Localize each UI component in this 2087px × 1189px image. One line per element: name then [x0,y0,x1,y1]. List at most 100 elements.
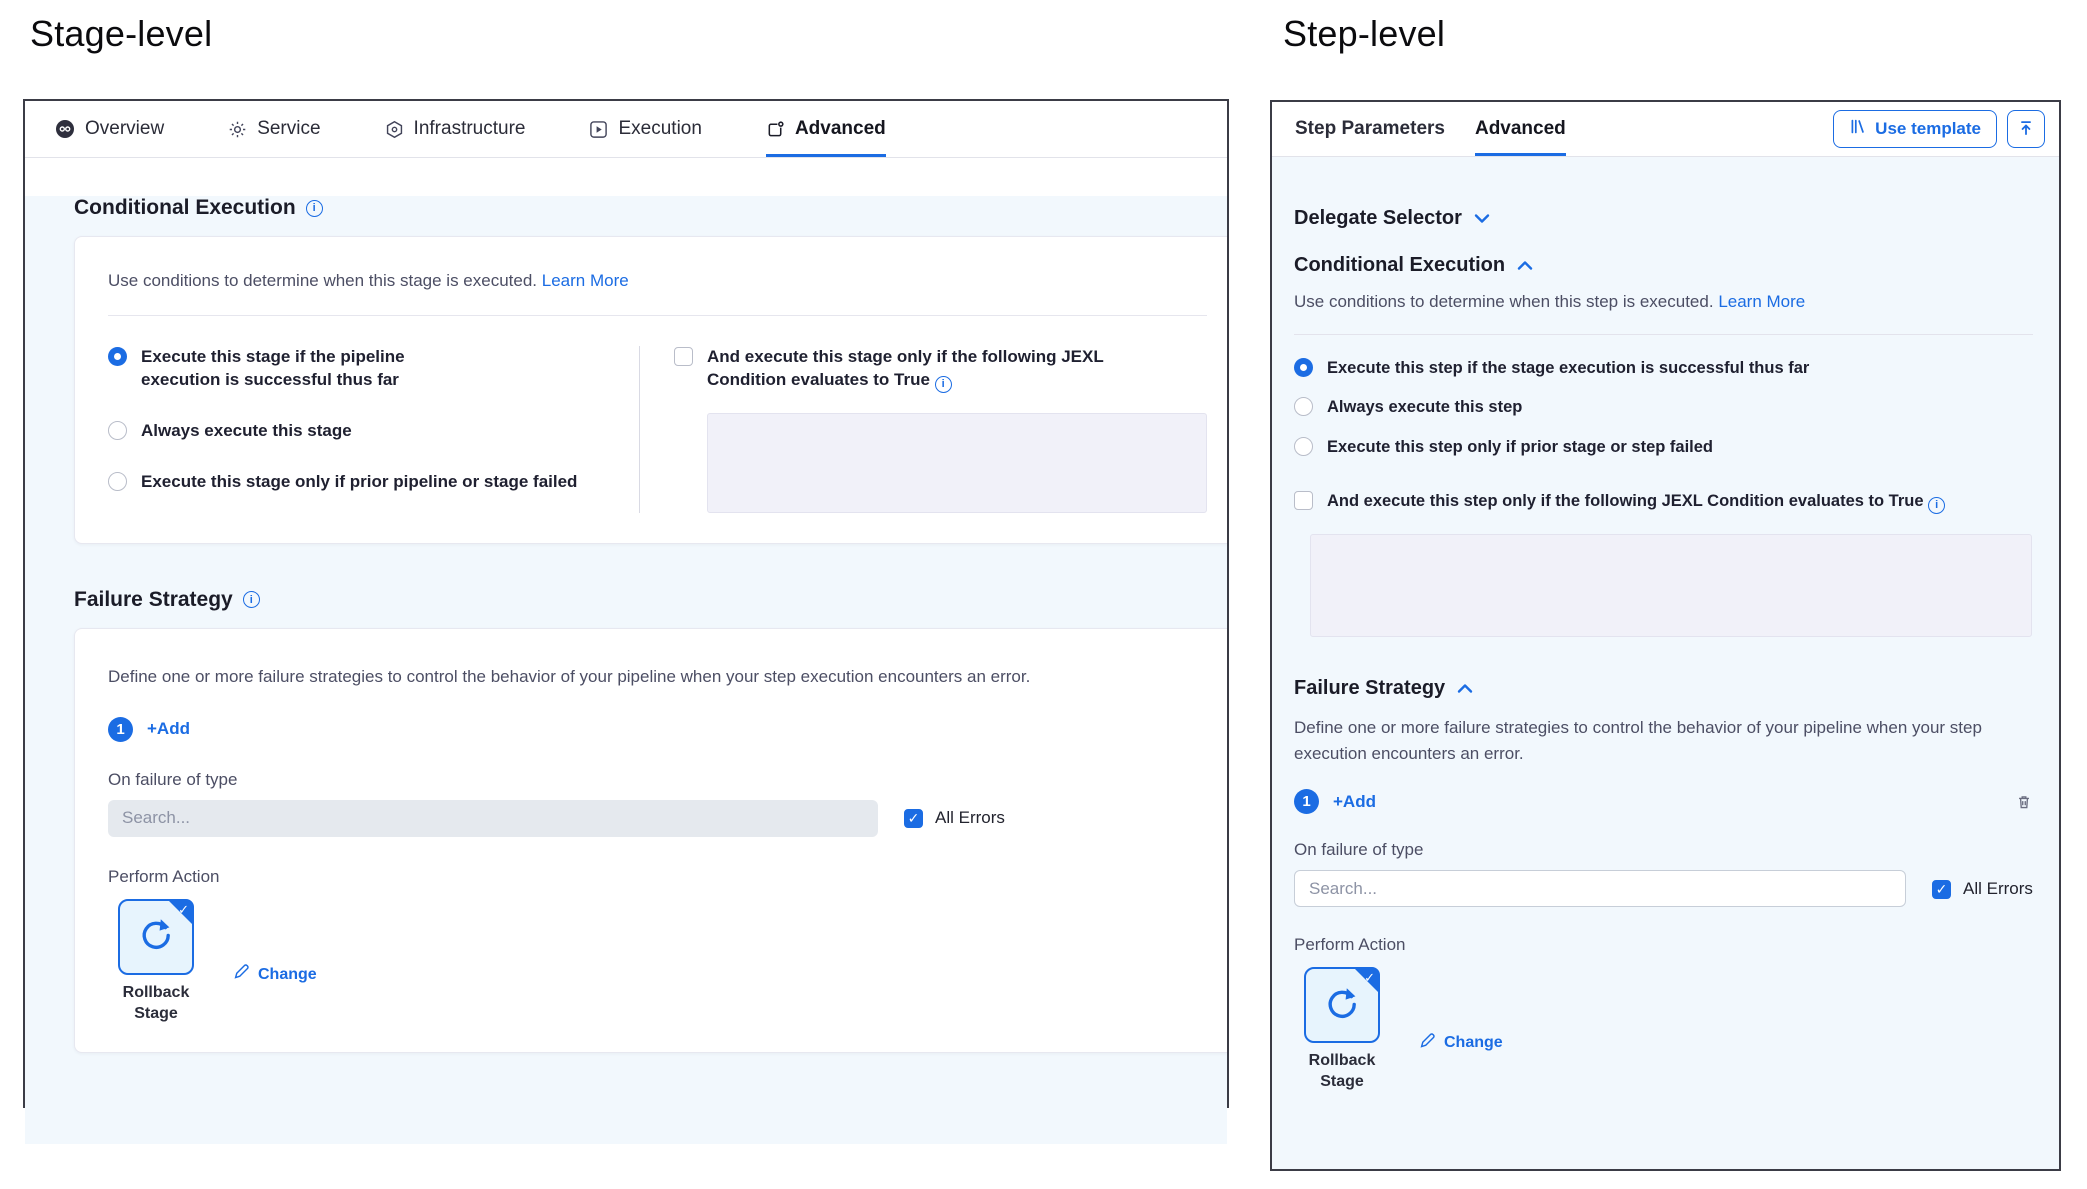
learn-more-link[interactable]: Learn More [542,271,629,290]
step-advanced-content: Delegate Selector Conditional Execution … [1272,157,2059,1169]
failure-strategy-description: Define one or more failure strategies to… [108,667,1207,687]
radio-option-failed[interactable]: Execute this step only if prior stage or… [1294,436,2059,458]
radio-option-successful[interactable]: Execute this stage if the pipeline execu… [108,346,639,392]
radio-label: Always execute this stage [141,420,352,443]
stage-tab-bar: Overview Service Infrastructure Executio… [25,101,1227,158]
on-failure-of-type-label: On failure of type [108,770,1207,790]
tab-label: Service [257,118,320,140]
heading-label: Delegate Selector [1294,207,1462,230]
add-strategy-button[interactable]: +Add [1333,792,1376,812]
strategy-count-badge[interactable]: 1 [1294,789,1319,814]
failure-strategy-heading: Failure Strategy i [74,588,1227,612]
heading-label: Failure Strategy [1294,677,1445,700]
tab-execution[interactable]: Execution [589,101,701,157]
jexl-condition-input[interactable] [707,413,1207,513]
all-errors-label: All Errors [1963,879,2033,899]
jexl-condition-input[interactable] [1310,534,2032,637]
all-errors-checkbox-row[interactable]: All Errors [1932,879,2033,899]
trash-icon[interactable] [2015,793,2033,811]
learn-more-link[interactable]: Learn More [1718,292,1805,311]
action-name: Rollback Stage [1299,1051,1385,1093]
tab-step-parameters[interactable]: Step Parameters [1295,102,1445,156]
jexl-checkbox[interactable] [1294,491,1313,510]
box-circle-icon [766,120,785,139]
conditional-execution-description: Use conditions to determine when this st… [108,271,1207,291]
all-errors-checkbox-row[interactable]: All Errors [904,808,1005,828]
all-errors-checkbox[interactable] [904,809,923,828]
radio-label: Execute this step if the stage execution… [1327,357,1809,379]
stage-advanced-panel: Overview Service Infrastructure Executio… [23,99,1229,1108]
change-action-link[interactable]: Change [1418,993,1503,1093]
divider [1294,334,2033,335]
radio-option-successful[interactable]: Execute this step if the stage execution… [1294,357,2059,379]
delegate-selector-header[interactable]: Delegate Selector [1272,207,2059,230]
checkmark-icon: ✓ [178,902,189,918]
rollback-stage-tile[interactable]: ✓ [1304,967,1380,1043]
radio-unselected[interactable] [1294,397,1313,416]
radio-option-failed[interactable]: Execute this stage only if prior pipelin… [108,471,639,494]
info-icon[interactable]: i [306,200,323,217]
jexl-condition-checkbox-row[interactable]: And execute this step only if the follow… [1272,490,2059,514]
tab-label: Infrastructure [414,118,526,140]
radio-unselected[interactable] [108,472,127,491]
jexl-checkbox[interactable] [674,347,693,366]
radio-label: Always execute this step [1327,396,1522,418]
description-text: Use conditions to determine when this st… [108,271,537,290]
jexl-condition-checkbox-row[interactable]: And execute this stage only if the follo… [674,346,1207,393]
pencil-icon [1418,1032,1436,1055]
jexl-checkbox-label: And execute this step only if the follow… [1327,490,1945,514]
checkmark-icon: ✓ [1364,970,1375,986]
use-template-label: Use template [1875,119,1981,139]
failure-type-search-input[interactable] [1294,870,1906,907]
chevron-up-icon [1517,254,1533,277]
change-label: Change [258,966,317,984]
tab-label: Step Parameters [1295,118,1445,140]
overview-icon [55,119,75,139]
tab-label: Execution [618,118,701,140]
tab-overview[interactable]: Overview [55,101,164,157]
conditional-execution-heading: Conditional Execution i [74,196,1227,220]
all-errors-label: All Errors [935,808,1005,828]
upload-button[interactable] [2007,110,2045,148]
hexagon-icon [385,120,404,139]
failure-type-search-input[interactable] [108,800,878,837]
add-strategy-button[interactable]: +Add [147,719,190,739]
tab-service[interactable]: Service [228,101,320,157]
radio-label: Execute this step only if prior stage or… [1327,436,1713,458]
library-icon [1849,118,1866,140]
failure-strategy-description: Define one or more failure strategies to… [1272,715,1996,768]
info-icon[interactable]: i [1928,497,1945,514]
rollback-stage-tile[interactable]: ✓ [118,899,194,975]
info-icon[interactable]: i [935,376,952,393]
heading-label: Conditional Execution [74,196,296,220]
step-advanced-panel: Step Parameters Advanced Use template De… [1270,100,2061,1171]
radio-selected[interactable] [108,347,127,366]
radio-option-always[interactable]: Always execute this step [1294,396,2059,418]
use-template-button[interactable]: Use template [1833,110,1997,148]
info-icon[interactable]: i [243,591,260,608]
all-errors-checkbox[interactable] [1932,880,1951,899]
failure-strategy-header[interactable]: Failure Strategy [1272,677,2059,700]
change-action-link[interactable]: Change [232,925,317,1025]
radio-label: Execute this stage if the pipeline execu… [141,346,451,392]
tab-label: Overview [85,118,164,140]
action-name: Rollback Stage [113,983,199,1025]
radio-unselected[interactable] [108,421,127,440]
upload-icon [2017,119,2035,140]
radio-unselected[interactable] [1294,437,1313,456]
tab-label: Advanced [1475,118,1566,140]
execution-condition-options: Execute this stage if the pipeline execu… [108,346,639,513]
radio-selected[interactable] [1294,358,1313,377]
gear-icon [228,120,247,139]
conditional-execution-header[interactable]: Conditional Execution [1272,254,2059,277]
tab-infrastructure[interactable]: Infrastructure [385,101,526,157]
conditional-execution-description: Use conditions to determine when this st… [1272,292,2059,312]
tab-advanced[interactable]: Advanced [1475,102,1566,156]
radio-label: Execute this stage only if prior pipelin… [141,471,577,494]
execution-condition-options: Execute this step if the stage execution… [1272,357,2059,458]
perform-action-label: Perform Action [1272,935,2059,955]
strategy-count-badge[interactable]: 1 [108,717,133,742]
radio-option-always[interactable]: Always execute this stage [108,420,639,443]
failure-strategy-card: Define one or more failure strategies to… [74,628,1227,1054]
tab-advanced[interactable]: Advanced [766,101,886,157]
